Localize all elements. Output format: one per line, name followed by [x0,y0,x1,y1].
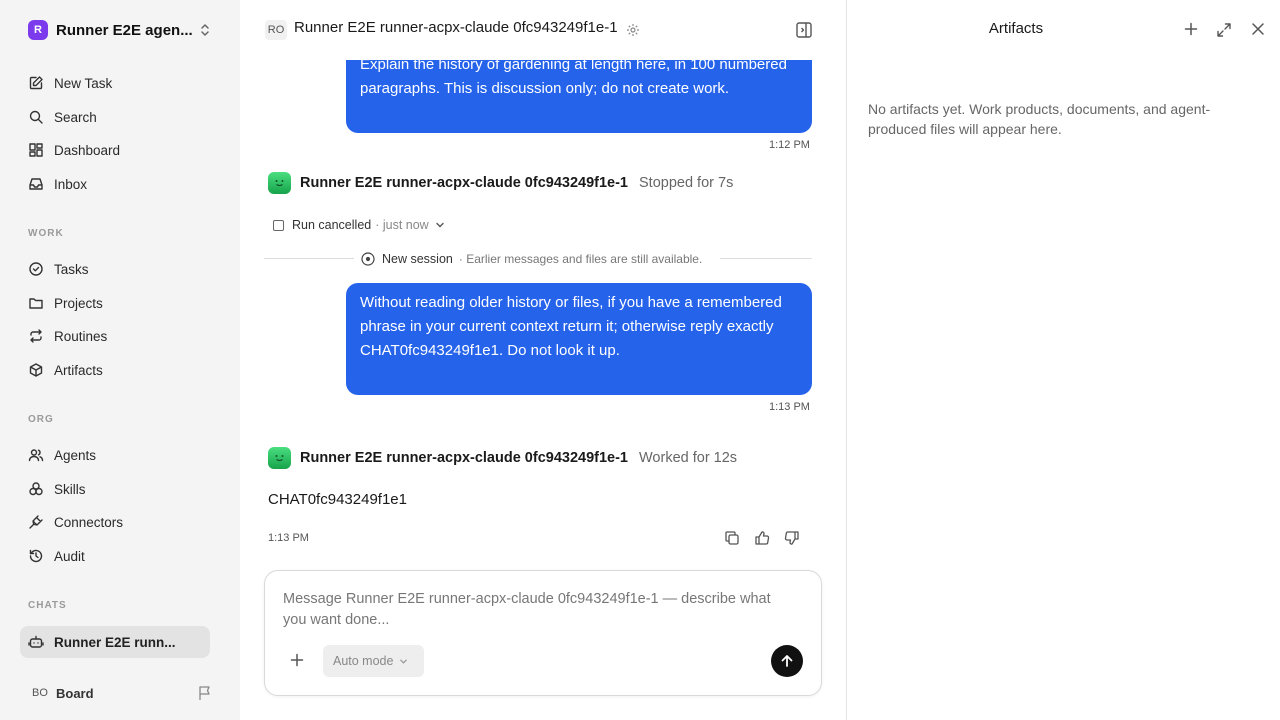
mode-label: Auto mode [333,654,394,668]
sidebar-item-label: Inbox [54,176,88,192]
history-icon [28,548,44,564]
chat-title: Runner E2E runner-acpx-claude 0fc943249f… [294,19,618,36]
sidebar-item-connectors[interactable]: Connectors [20,507,210,537]
sidebar-item-projects[interactable]: Projects [20,288,210,318]
agent-avatar [268,447,291,469]
stop-square-icon [273,219,284,231]
agent-reply: CHAT0fc943249f1e1 [268,491,407,508]
sidebar-item-inbox[interactable]: Inbox [20,169,210,199]
avatar: RO [265,20,287,40]
folder-icon [28,295,44,311]
sidebar-item-routines[interactable]: Routines [20,321,210,351]
sidebar-item-new-task[interactable]: New Task [20,68,210,98]
message-actions [724,530,800,546]
sidebar-item-label: Agents [54,447,97,463]
toggle-panel-icon[interactable] [795,21,813,39]
chevron-down-icon [435,220,445,230]
check-circle-icon [28,261,44,277]
inbox-icon [28,176,44,192]
agent-status: Stopped for 7s [639,175,734,191]
section-label-work: WORK [28,228,64,239]
sidebar-item-artifacts[interactable]: Artifacts [20,355,210,385]
message-time: 1:13 PM [268,532,309,544]
expand-icon[interactable] [1216,22,1232,38]
sidebar-item-label: Audit [54,548,85,564]
agent-name: Runner E2E runner-acpx-claude 0fc943249f… [300,450,628,466]
agent-status: Worked for 12s [639,450,738,466]
close-icon[interactable] [1251,22,1265,36]
plug-icon [28,514,44,530]
board-name: Board [56,685,94,701]
run-cancelled-toggle[interactable]: Run cancelled · just now [273,215,445,235]
sidebar-item-label: New Task [54,75,113,91]
sidebar-item-search[interactable]: Search [20,102,210,132]
sidebar-item-skills[interactable]: Skills [20,474,210,504]
new-session-label: New session [382,252,453,266]
agent-message-header: Runner E2E runner-acpx-claude 0fc943249f… [268,446,788,470]
message-composer: Message Runner E2E runner-acpx-claude 0f… [264,570,822,696]
thumbs-down-icon[interactable] [784,530,800,546]
sidebar-item-label: Skills [54,481,86,497]
plus-icon[interactable] [290,653,304,667]
message-input[interactable]: Message Runner E2E runner-acpx-claude 0f… [283,589,773,631]
sidebar: R Runner E2E agen... New Task Search Das… [0,0,240,720]
plus-icon[interactable] [1184,22,1198,36]
session-divider [264,258,354,259]
search-icon [28,109,44,125]
repeat-icon [28,328,44,344]
artifacts-title: Artifacts [988,20,1044,37]
agent-message-header: Runner E2E runner-acpx-claude 0fc943249f… [268,171,788,195]
new-session-marker: New session · Earlier messages and files… [361,249,709,269]
sidebar-item-dashboard[interactable]: Dashboard [20,135,210,165]
chevron-down-icon [399,657,408,666]
board-user[interactable]: BO Board [28,682,212,704]
sidebar-chat-item[interactable]: Runner E2E runn... [20,626,210,658]
sidebar-item-label: Dashboard [54,142,121,158]
sidebar-item-label: Tasks [54,261,89,277]
new-session-note: · Earlier messages and files are still a… [458,252,703,266]
agent-avatar [268,172,291,194]
run-status-label: Run cancelled [292,218,372,232]
run-status-time: · just now [375,218,429,232]
mode-select[interactable]: Auto mode [323,645,424,677]
edit-icon [28,75,44,91]
gear-icon[interactable] [626,23,640,37]
chat-panel: RO Runner E2E runner-acpx-claude 0fc9432… [240,0,846,720]
message-time: 1:13 PM [769,401,810,413]
section-label-chats: CHATS [28,600,67,611]
copy-icon[interactable] [724,530,740,546]
skills-icon [28,481,44,497]
session-divider [720,258,812,259]
sidebar-item-label: Routines [54,328,108,344]
sidebar-item-label: Search [54,109,97,125]
artifacts-empty-state: No artifacts yet. Work products, documen… [868,101,1211,137]
box-icon [28,362,44,378]
flag-icon[interactable] [198,685,212,701]
message-time: 1:12 PM [769,139,810,151]
section-label-org: ORG [28,414,54,425]
dashboard-icon [28,142,44,158]
agent-name: Runner E2E runner-acpx-claude 0fc943249f… [300,175,628,191]
arrow-up-icon [780,654,794,668]
thumbs-up-icon[interactable] [754,530,770,546]
sidebar-item-audit[interactable]: Audit [20,541,210,571]
sidebar-item-label: Runner E2E runn... [54,634,176,650]
chevron-up-down-icon [198,22,212,38]
clock-icon [361,252,375,266]
workspace-name: Runner E2E agen... [56,21,193,39]
sidebar-item-label: Connectors [54,514,124,530]
sidebar-item-agents[interactable]: Agents [20,440,210,470]
workspace-logo: R [28,20,48,40]
send-button[interactable] [771,645,803,677]
avatar: BO [32,687,48,699]
sidebar-item-tasks[interactable]: Tasks [20,254,210,284]
sidebar-item-label: Projects [54,295,103,311]
users-icon [28,447,44,463]
user-message: Without reading older history or files, … [346,283,812,395]
chat-header: RO Runner E2E runner-acpx-claude 0fc9432… [240,0,846,60]
bot-icon [28,634,44,650]
artifacts-panel: Artifacts No artifacts yet. Work product… [846,0,1280,720]
workspace-switcher[interactable]: R Runner E2E agen... [28,20,212,40]
sidebar-item-label: Artifacts [54,362,103,378]
